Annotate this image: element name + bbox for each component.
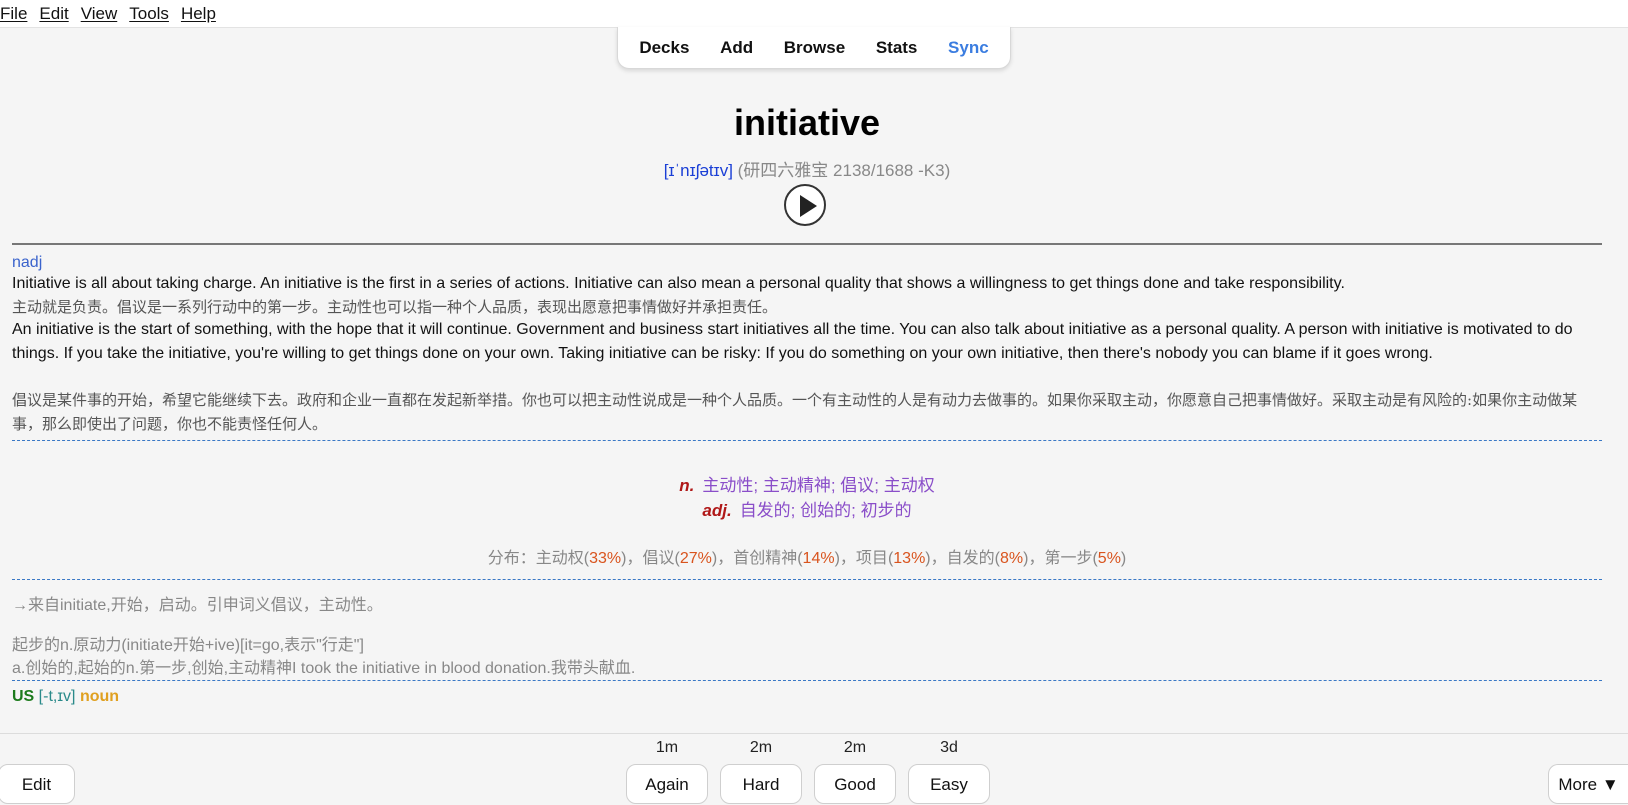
us-label: US xyxy=(12,688,35,705)
hard-button[interactable]: Hard xyxy=(720,764,802,804)
play-audio-icon[interactable] xyxy=(784,184,826,226)
definition-row: n. 主动性; 主动精神; 倡议; 主动权 xyxy=(12,473,1602,498)
add-button[interactable]: Add xyxy=(720,38,753,58)
browse-button[interactable]: Browse xyxy=(784,38,845,58)
dist-pct: 8% xyxy=(999,550,1024,567)
divider xyxy=(12,680,1602,681)
menu-bar: File Edit View Tools Help xyxy=(0,0,1628,28)
us-pos: noun xyxy=(79,688,120,705)
easy-button[interactable]: Easy xyxy=(908,764,990,804)
def-meaning: 主动性; 主动精神; 倡议; 主动权 xyxy=(702,476,935,495)
pos-tag: nadj xyxy=(12,254,43,271)
dist-label: 倡议 xyxy=(642,550,675,567)
dist-label: 项目 xyxy=(855,550,888,567)
menu-file[interactable]: File xyxy=(0,4,33,24)
explanation-cn-1: 主动就是负责。倡议是一系列行动中的第一步。主动性也可以指一种个人品质，表现出愿意… xyxy=(12,298,778,316)
card-word: initiative xyxy=(733,102,881,143)
us-pronunciation: US [-t,ɪv] noun xyxy=(12,688,119,706)
ipa-text: [ɪˈnɪʃətɪv] xyxy=(663,161,733,180)
dist-label: 首创精神 xyxy=(733,550,798,567)
etymology-line: 起步的n.原动力(initiate开始+ive)[it=go,表示"行走"] xyxy=(12,637,364,654)
main-toolbar: Decks Add Browse Stats Sync xyxy=(617,27,1011,69)
pronunciation-line: [ɪˈnɪʃətɪv] (研四六雅宝 2138/1688 -K3) xyxy=(12,156,1602,181)
definition-row: adj. 自发的; 创始的; 初步的 xyxy=(12,498,1602,523)
source-text: (研四六雅宝 2138/1688 -K3) xyxy=(732,161,951,180)
divider xyxy=(12,579,1602,580)
explanation-en-1: Initiative is all about taking charge. A… xyxy=(12,275,1345,292)
divider xyxy=(12,440,1602,441)
decks-button[interactable]: Decks xyxy=(639,38,689,58)
def-pos: adj. xyxy=(702,501,732,520)
hard-timing: 2m xyxy=(749,739,773,756)
distribution-line: 分布：主动权(33%)，倡议(27%)，首创精神(14%)，项目(13%)，自发… xyxy=(487,550,1127,567)
good-button[interactable]: Good xyxy=(814,764,896,804)
good-timing: 2m xyxy=(843,739,867,756)
etymology-line: a.创始的,起始的n.第一步,创始,主动精神I took the initiat… xyxy=(12,660,636,677)
dist-label: 第一步 xyxy=(1044,550,1093,567)
stats-button[interactable]: Stats xyxy=(876,38,918,58)
dist-label: 主动权 xyxy=(535,550,584,567)
dist-pct: 13% xyxy=(893,550,926,567)
edit-button[interactable]: Edit xyxy=(0,764,75,804)
divider xyxy=(12,243,1602,245)
dist-label: 自发的 xyxy=(946,550,995,567)
def-meaning: 自发的; 创始的; 初步的 xyxy=(739,501,912,520)
us-pron: [-t,ɪv] xyxy=(34,688,80,705)
menu-edit[interactable]: Edit xyxy=(33,4,74,24)
again-timing: 1m xyxy=(655,739,679,756)
menu-help[interactable]: Help xyxy=(175,4,222,24)
explanation-cn-2: 倡议是某件事的开始，希望它能继续下去。政府和企业一直都在发起新举措。你也可以把主… xyxy=(12,391,1578,433)
dist-prefix: 分布： xyxy=(487,550,536,567)
again-button[interactable]: Again xyxy=(626,764,708,804)
dist-pct: 33% xyxy=(589,550,622,567)
more-button[interactable]: More ▼ xyxy=(1548,764,1628,804)
dist-pct: 14% xyxy=(802,550,835,567)
explanation-en-2: An initiative is the start of something,… xyxy=(12,321,1573,362)
etymology-line: →来自initiate,开始，启动。引申词义倡议，主动性。 xyxy=(12,597,383,614)
easy-timing: 3d xyxy=(940,739,958,756)
sync-button[interactable]: Sync xyxy=(948,38,989,58)
menu-tools[interactable]: Tools xyxy=(123,4,175,24)
dist-pct: 5% xyxy=(1097,550,1121,567)
def-pos: n. xyxy=(679,476,695,495)
definitions: n. 主动性; 主动精神; 倡议; 主动权 adj. 自发的; 创始的; 初步的 xyxy=(12,473,1602,523)
dist-pct: 27% xyxy=(679,550,712,567)
card-content: initiative [ɪˈnɪʃətɪv] (研四六雅宝 2138/1688 … xyxy=(12,70,1602,733)
menu-view[interactable]: View xyxy=(75,4,124,24)
answer-bar: Edit 1m Again 2m Hard 2m Good 3d Easy Mo… xyxy=(0,733,1628,804)
